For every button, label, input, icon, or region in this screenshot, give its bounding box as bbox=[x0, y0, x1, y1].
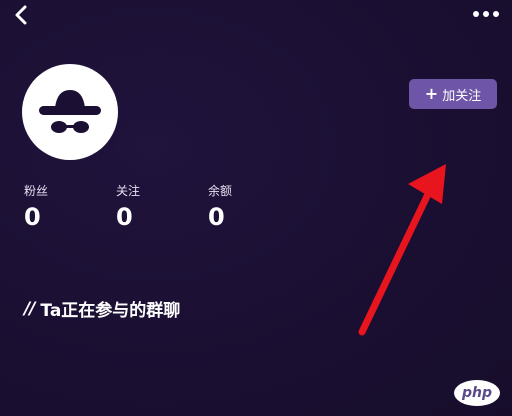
stat-balance[interactable]: 余额 0 bbox=[208, 182, 278, 229]
incognito-hat-glasses-icon bbox=[39, 90, 101, 133]
group-chats-section-title: // Ta正在参与的群聊 bbox=[24, 296, 181, 322]
more-button[interactable] bbox=[470, 4, 502, 24]
watermark-text: php bbox=[461, 385, 492, 401]
stat-balance-value: 0 bbox=[208, 203, 225, 231]
follow-button[interactable]: + 加关注 bbox=[409, 79, 497, 109]
stat-fans-label: 粉丝 bbox=[24, 184, 49, 198]
chevron-left-icon bbox=[15, 5, 27, 25]
stat-following-label: 关注 bbox=[116, 184, 141, 198]
red-arrow-annotation bbox=[358, 164, 446, 336]
back-button[interactable] bbox=[8, 2, 34, 28]
php-watermark: php bbox=[454, 380, 500, 406]
follow-button-label: 加关注 bbox=[442, 88, 482, 104]
stat-following[interactable]: 关注 0 bbox=[116, 182, 186, 229]
section-slashes: // bbox=[24, 298, 35, 319]
more-dots-icon bbox=[473, 11, 499, 17]
plus-icon: + bbox=[424, 84, 439, 103]
avatar[interactable] bbox=[22, 64, 118, 160]
section-title-text: Ta正在参与的群聊 bbox=[40, 301, 181, 321]
stat-following-value: 0 bbox=[116, 203, 133, 231]
stat-balance-label: 余额 bbox=[208, 184, 233, 198]
stat-fans-value: 0 bbox=[24, 203, 41, 231]
profile-page: + 加关注 粉丝 0 关注 0 余额 0 // Ta正在参与的群聊 php bbox=[0, 0, 512, 416]
stat-fans[interactable]: 粉丝 0 bbox=[24, 182, 94, 229]
